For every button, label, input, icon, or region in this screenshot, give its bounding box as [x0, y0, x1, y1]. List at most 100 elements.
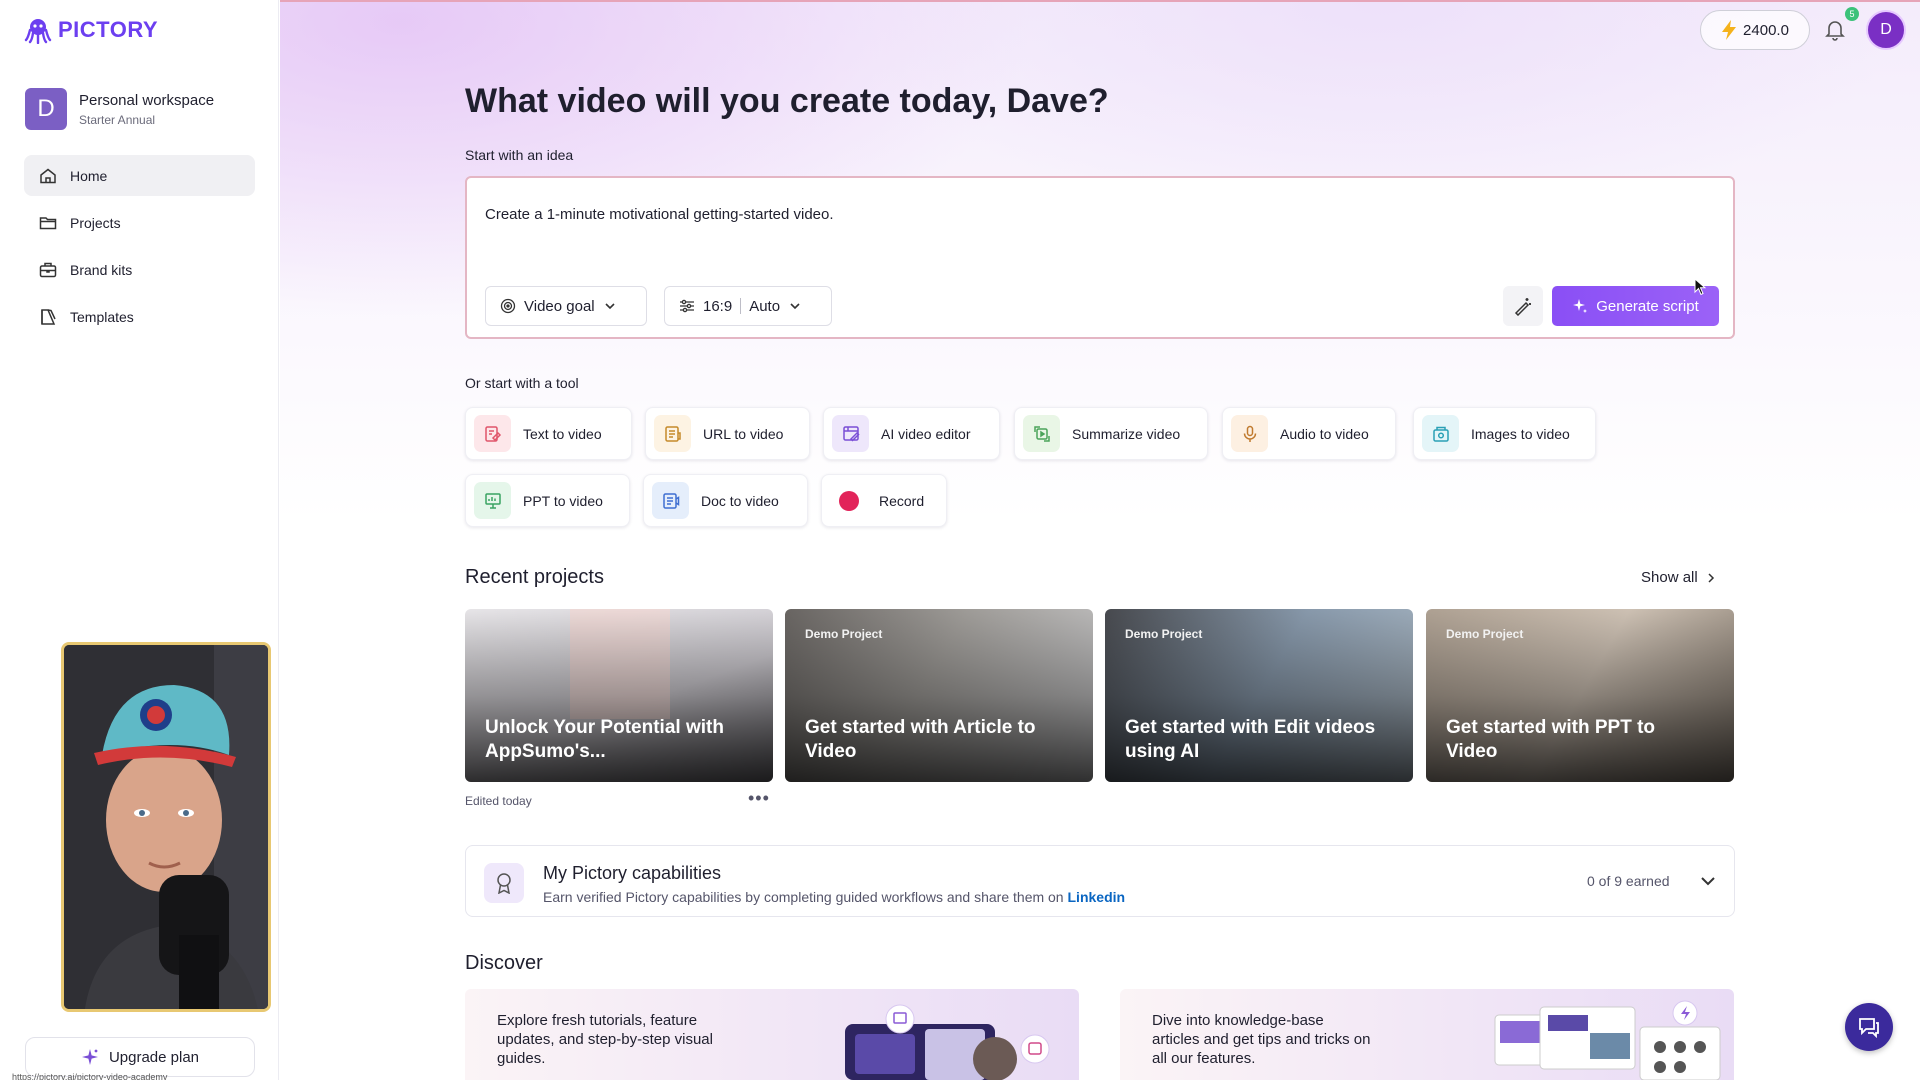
discover-title: Discover — [465, 952, 543, 974]
tool-summarize-video[interactable]: Summarize video — [1014, 407, 1208, 460]
tool-audio-to-video[interactable]: Audio to video — [1222, 407, 1396, 460]
tool-icon-badge — [830, 482, 867, 519]
bell-icon[interactable] — [1823, 18, 1847, 42]
award-ribbon-icon — [497, 873, 511, 894]
tool-icon-badge — [474, 415, 511, 452]
tool-label: Images to video — [1471, 425, 1570, 442]
tools-section-label: Or start with a tool — [465, 375, 579, 391]
tool-label: Record — [879, 492, 925, 509]
idea-prompt-input[interactable]: Create a 1-minute motivational getting-s… — [485, 206, 834, 223]
text-video-icon — [484, 425, 501, 442]
sidebar-item-label: Projects — [70, 214, 121, 231]
summarize-icon — [1033, 425, 1050, 442]
tool-label: Summarize video — [1072, 425, 1181, 442]
tool-url-to-video[interactable]: URL to video — [645, 407, 810, 460]
tool-icon-badge — [1422, 415, 1459, 452]
discover-card-text: Explore fresh tutorials, feature updates… — [497, 1012, 713, 1067]
sidebar-nav: Home Projects Brand kits Templates — [24, 155, 255, 343]
workspace-switcher[interactable]: D Personal workspace Starter Annual — [25, 88, 214, 130]
tool-icon-badge — [832, 415, 869, 452]
discover-card-knowledge-base[interactable]: Dive into knowledge-base articles and ge… — [1120, 989, 1734, 1080]
upgrade-plan-button[interactable]: Upgrade plan — [25, 1037, 255, 1077]
chevron-down-icon — [605, 303, 615, 310]
chevron-down-icon[interactable] — [1698, 871, 1718, 891]
sliders-icon — [680, 299, 694, 313]
sidebar-item-projects[interactable]: Projects — [24, 202, 255, 243]
record-icon — [838, 490, 859, 511]
format-dropdown[interactable]: 16:9 Auto — [664, 286, 832, 326]
discover-card-tutorials[interactable]: Explore fresh tutorials, feature updates… — [465, 989, 1079, 1080]
project-card[interactable]: Demo Project Get started with Edit video… — [1105, 609, 1413, 782]
tool-ai-video-editor[interactable]: AI video editor — [823, 407, 1000, 460]
microphone-icon — [1243, 425, 1256, 442]
discover-card-text: Dive into knowledge-base articles and ge… — [1152, 1012, 1371, 1067]
tool-label: URL to video — [703, 425, 784, 442]
credits-badge[interactable]: 2400.0 — [1700, 10, 1810, 50]
pictory-logo[interactable]: PICTORY — [24, 16, 158, 44]
ai-editor-icon — [842, 425, 860, 442]
enhance-prompt-button[interactable] — [1503, 286, 1543, 326]
capabilities-title: My Pictory capabilities — [543, 863, 722, 883]
home-icon — [40, 168, 56, 183]
project-card-title: Unlock Your Potential with AppSumo's... — [485, 717, 724, 762]
chevron-right-icon — [1708, 572, 1714, 583]
sidebar-item-brand-kits[interactable]: Brand kits — [24, 249, 255, 290]
project-card-title: Get started with Article to Video — [805, 717, 1036, 762]
tool-record[interactable]: Record — [821, 474, 947, 527]
video-goal-label: Video goal — [524, 297, 595, 315]
mouse-cursor-icon — [1694, 278, 1706, 296]
status-bar-url: https://pictory.ai/pictory-video-academy — [12, 1072, 168, 1080]
project-card[interactable]: Demo Project Get started with PPT to Vid… — [1426, 609, 1734, 782]
folder-icon — [39, 216, 57, 229]
video-goal-dropdown[interactable]: Video goal — [485, 286, 647, 326]
project-card[interactable]: Unlock Your Potential with AppSumo's... — [465, 609, 773, 782]
project-card-tag: Demo Project — [1446, 627, 1524, 641]
capabilities-description: Earn verified Pictory capabilities by co… — [543, 889, 1125, 905]
idea-prompt-box[interactable]: Create a 1-minute motivational getting-s… — [465, 176, 1735, 339]
sidebar-item-label: Brand kits — [70, 261, 133, 278]
capabilities-desc-text: Earn verified Pictory capabilities by co… — [543, 889, 1064, 905]
show-all-link[interactable]: Show all — [1641, 569, 1716, 586]
tool-text-to-video[interactable]: Text to video — [465, 407, 632, 460]
project-edited-date: Edited today — [465, 794, 532, 808]
project-card-tag: Demo Project — [1125, 627, 1203, 641]
doc-video-icon — [662, 492, 679, 509]
tool-images-to-video[interactable]: Images to video — [1413, 407, 1596, 460]
sparkle-icon — [1573, 299, 1588, 313]
project-card-tag: Demo Project — [805, 627, 883, 641]
project-card[interactable]: Demo Project Get started with Article to… — [785, 609, 1093, 782]
page-title: What video will you create today, Dave? — [465, 82, 1109, 120]
chat-support-button[interactable] — [1845, 1003, 1893, 1051]
images-video-icon — [1432, 426, 1449, 442]
webcam-overlay — [61, 642, 271, 1012]
templates-icon — [41, 308, 56, 325]
chevron-down-icon — [790, 303, 800, 310]
upgrade-plan-label: Upgrade plan — [108, 1048, 200, 1066]
octopus-logo-icon — [24, 19, 52, 44]
credits-value: 2400.0 — [1743, 21, 1789, 39]
user-avatar[interactable]: D — [1866, 10, 1906, 50]
divider — [740, 298, 742, 314]
tool-doc-to-video[interactable]: Doc to video — [643, 474, 808, 527]
sidebar-item-templates[interactable]: Templates — [24, 296, 255, 337]
workspace-name: Personal workspace — [79, 91, 215, 109]
tool-icon-badge — [474, 482, 511, 519]
tool-label: Text to video — [523, 425, 602, 442]
tool-ppt-to-video[interactable]: PPT to video — [465, 474, 630, 527]
recent-projects-title: Recent projects — [465, 566, 604, 588]
sidebar-item-home[interactable]: Home — [24, 155, 255, 196]
generate-script-label: Generate script — [1596, 297, 1699, 315]
ppt-video-icon — [484, 492, 501, 509]
tool-icon-badge — [652, 482, 689, 519]
knowledge-base-illustration — [1494, 1000, 1721, 1080]
tool-label: Audio to video — [1280, 425, 1369, 442]
more-options-icon[interactable]: ••• — [748, 788, 770, 809]
target-icon — [500, 298, 516, 314]
tool-label: AI video editor — [881, 425, 971, 442]
capabilities-panel[interactable]: My Pictory capabilities Earn verified Pi… — [465, 845, 1735, 917]
sparkle-icon — [81, 1049, 98, 1065]
tutorials-illustration — [845, 1004, 1050, 1080]
chat-bubble-icon — [1859, 1018, 1879, 1038]
lightning-icon — [1722, 20, 1737, 40]
notification-count-badge: 5 — [1845, 7, 1859, 21]
